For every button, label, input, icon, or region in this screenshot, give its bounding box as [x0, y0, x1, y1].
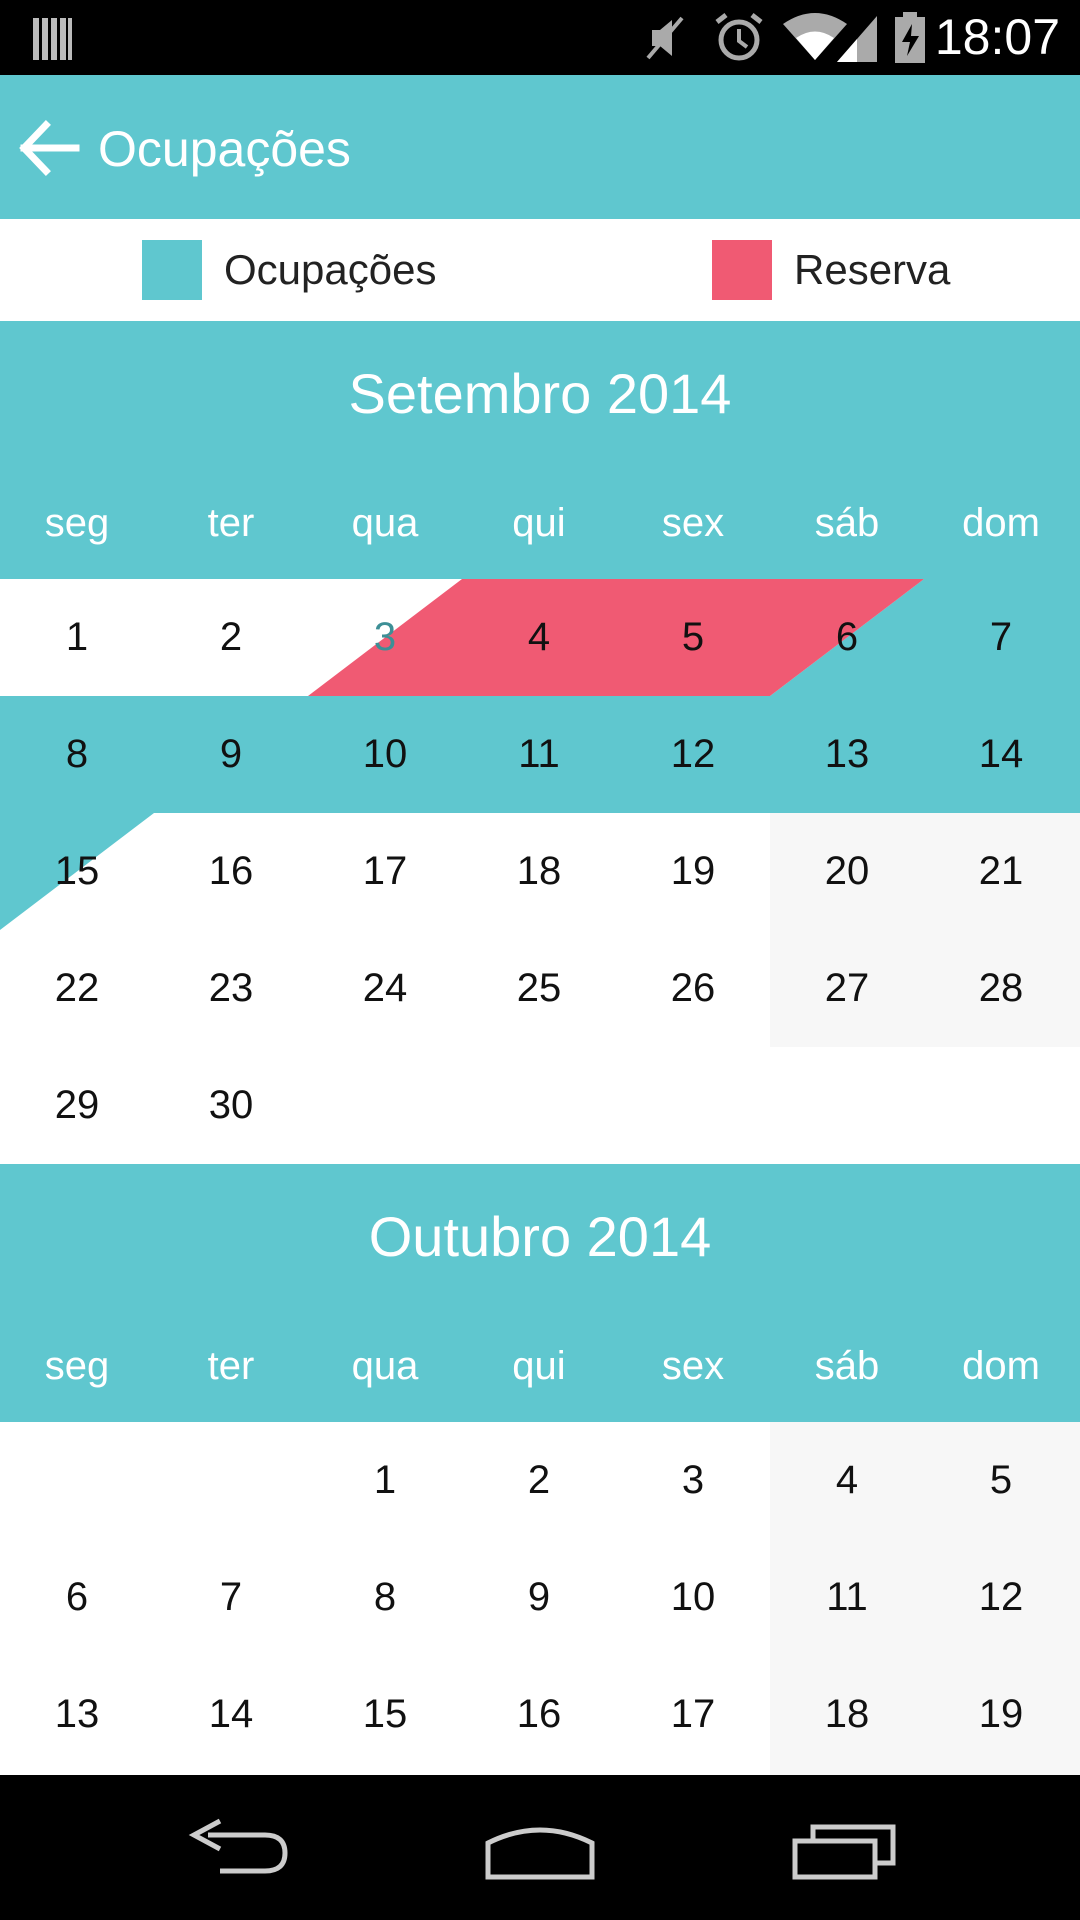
day-cell[interactable]: 4 [462, 579, 616, 696]
weekday-row: seg ter qua qui sex sáb dom [0, 493, 1080, 553]
weekday-label: qua [351, 1344, 419, 1388]
day-cell[interactable]: 30 [154, 1047, 308, 1164]
day-cell[interactable]: 28 [924, 930, 1078, 1047]
back-arrow-icon[interactable] [14, 113, 84, 183]
day-cell[interactable]: 22 [0, 930, 154, 1047]
barcode-icon [33, 18, 72, 60]
month-title: Outubro 2014 [368, 1205, 712, 1268]
weekday-label: sex [661, 1344, 725, 1388]
day-cell[interactable]: 21 [924, 813, 1078, 930]
day-cell[interactable]: 10 [616, 1539, 770, 1656]
day-cell[interactable]: 8 [308, 1539, 462, 1656]
day-cell[interactable]: 24 [308, 930, 462, 1047]
day-cell[interactable]: 10 [308, 696, 462, 813]
day-cell[interactable]: 9 [462, 1539, 616, 1656]
legend-swatch-ocupacoes [142, 240, 202, 300]
legend-label-ocupacoes: Ocupações [224, 246, 437, 293]
day-cell[interactable]: 18 [462, 813, 616, 930]
day-cell[interactable]: 5 [616, 579, 770, 696]
day-cell[interactable]: 15 [0, 813, 154, 930]
day-cell[interactable]: 14 [924, 696, 1078, 813]
calendar-grid-outubro: 1 2 3 4 5 6 7 8 9 10 11 12 13 14 15 16 1… [0, 1422, 1080, 1775]
weekday-label: sex [661, 501, 725, 545]
weekday-label: ter [207, 1344, 255, 1388]
legend: Ocupações Reserva [0, 219, 1080, 321]
weekday-label: sáb [814, 501, 880, 545]
day-cell[interactable]: 2 [154, 579, 308, 696]
day-cell[interactable]: 19 [924, 1656, 1078, 1773]
day-cell[interactable]: 7 [924, 579, 1078, 696]
day-cell[interactable]: 14 [154, 1656, 308, 1773]
back-nav-icon[interactable] [180, 1815, 300, 1885]
weekday-label: sáb [814, 1344, 880, 1388]
navigation-bar [0, 1775, 1080, 1920]
day-cell[interactable]: 29 [0, 1047, 154, 1164]
weekday-label: dom [962, 501, 1040, 545]
recents-nav-icon[interactable] [785, 1815, 905, 1885]
day-cell[interactable]: 16 [154, 813, 308, 930]
month-header-outubro: Outubro 2014 seg ter qua qui sex sáb dom [0, 1164, 1080, 1422]
day-cell[interactable]: 4 [770, 1422, 924, 1539]
day-cell[interactable]: 16 [462, 1656, 616, 1773]
month-header-setembro: Setembro 2014 seg ter qua qui sex sáb do… [0, 321, 1080, 579]
day-cell[interactable]: 13 [0, 1656, 154, 1773]
day-cell[interactable]: 5 [924, 1422, 1078, 1539]
day-cell[interactable]: 6 [0, 1539, 154, 1656]
day-cell[interactable]: 15 [308, 1656, 462, 1773]
day-cell[interactable]: 9 [154, 696, 308, 813]
day-cell[interactable]: 3 [308, 579, 462, 696]
day-cell[interactable]: 7 [154, 1539, 308, 1656]
day-cell[interactable]: 18 [770, 1656, 924, 1773]
day-cell[interactable]: 8 [0, 696, 154, 813]
weekday-label: ter [207, 501, 255, 545]
mute-icon [646, 16, 684, 60]
day-cell[interactable]: 1 [0, 579, 154, 696]
day-cell[interactable]: 17 [616, 1656, 770, 1773]
alarm-icon [715, 13, 763, 61]
day-cell[interactable]: 1 [308, 1422, 462, 1539]
weekday-label: qua [351, 501, 419, 545]
day-cell[interactable]: 13 [770, 696, 924, 813]
day-cell[interactable]: 2 [462, 1422, 616, 1539]
battery-charging-icon [895, 12, 925, 63]
app-bar: Ocupações [0, 75, 1080, 219]
day-cell[interactable]: 20 [770, 813, 924, 930]
day-cell[interactable]: 25 [462, 930, 616, 1047]
day-cell[interactable]: 27 [770, 930, 924, 1047]
weekday-label: seg [44, 501, 110, 545]
day-cell[interactable]: 12 [924, 1539, 1078, 1656]
weekday-label: qui [512, 501, 566, 545]
clock: 18:07 [934, 9, 1060, 65]
day-cell[interactable]: 11 [462, 696, 616, 813]
home-nav-icon[interactable] [480, 1815, 600, 1885]
page-title: Ocupações [98, 121, 351, 177]
day-cell[interactable]: 6 [770, 579, 924, 696]
legend-label-reserva: Reserva [794, 246, 951, 293]
day-cell[interactable]: 26 [616, 930, 770, 1047]
day-cell[interactable]: 11 [770, 1539, 924, 1656]
day-cell[interactable]: 12 [616, 696, 770, 813]
weekday-row: seg ter qua qui sex sáb dom [0, 1336, 1080, 1396]
day-cell[interactable]: 3 [616, 1422, 770, 1539]
signal-icon [837, 16, 877, 62]
day-cell[interactable]: 23 [154, 930, 308, 1047]
day-cell[interactable]: 19 [616, 813, 770, 930]
month-title: Setembro 2014 [348, 362, 732, 425]
weekday-label: qui [512, 1344, 566, 1388]
weekday-label: dom [962, 1344, 1040, 1388]
legend-swatch-reserva [712, 240, 772, 300]
day-cell[interactable]: 17 [308, 813, 462, 930]
calendar-grid-setembro: 1 2 3 4 5 6 7 8 9 10 11 12 13 14 15 16 1… [0, 579, 1080, 1164]
status-bar: 18:07 [0, 0, 1080, 75]
weekday-label: seg [44, 1344, 110, 1388]
